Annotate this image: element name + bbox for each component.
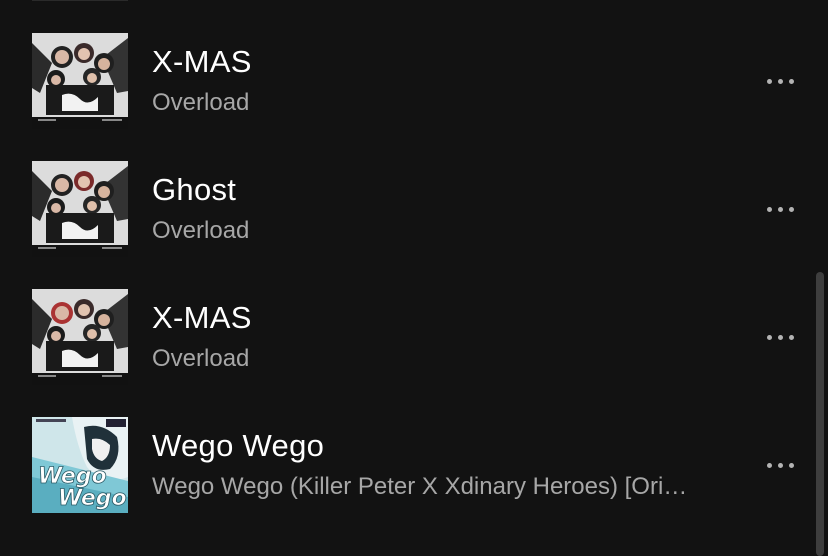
track-row[interactable]: Ghost Overload	[0, 128, 810, 257]
album-cover: Wego Wego	[32, 417, 128, 513]
track-row[interactable]: Wego Wego Wego Wego Wego Wego (Killer Pe…	[0, 384, 810, 513]
track-row[interactable]: X-MAS Overload	[0, 0, 810, 129]
album-cover	[32, 289, 128, 385]
album-cover	[32, 161, 128, 257]
track-album[interactable]: Wego Wego (Killer Peter X Xdinary Heroes…	[152, 473, 687, 501]
more-options-icon[interactable]	[756, 448, 804, 482]
scrollbar[interactable]	[816, 0, 828, 556]
track-row[interactable]: X-MAS Overload	[0, 256, 810, 385]
more-options-icon[interactable]	[756, 320, 804, 354]
track-album[interactable]: Overload	[152, 345, 249, 373]
track-title[interactable]: X-MAS	[152, 300, 252, 336]
more-options-icon[interactable]	[756, 192, 804, 226]
more-options-icon[interactable]	[756, 64, 804, 98]
scrollbar-thumb[interactable]	[816, 272, 824, 556]
track-album[interactable]: Overload	[152, 89, 249, 117]
svg-text:Wego: Wego	[58, 486, 127, 511]
track-title[interactable]: Ghost	[152, 172, 236, 208]
track-album[interactable]: Overload	[152, 217, 249, 245]
track-title[interactable]: Wego Wego	[152, 428, 324, 464]
track-list: X-MAS Overload Ghost Overload X-MAS Over…	[0, 0, 828, 556]
album-cover	[32, 33, 128, 129]
track-title[interactable]: X-MAS	[152, 44, 252, 80]
